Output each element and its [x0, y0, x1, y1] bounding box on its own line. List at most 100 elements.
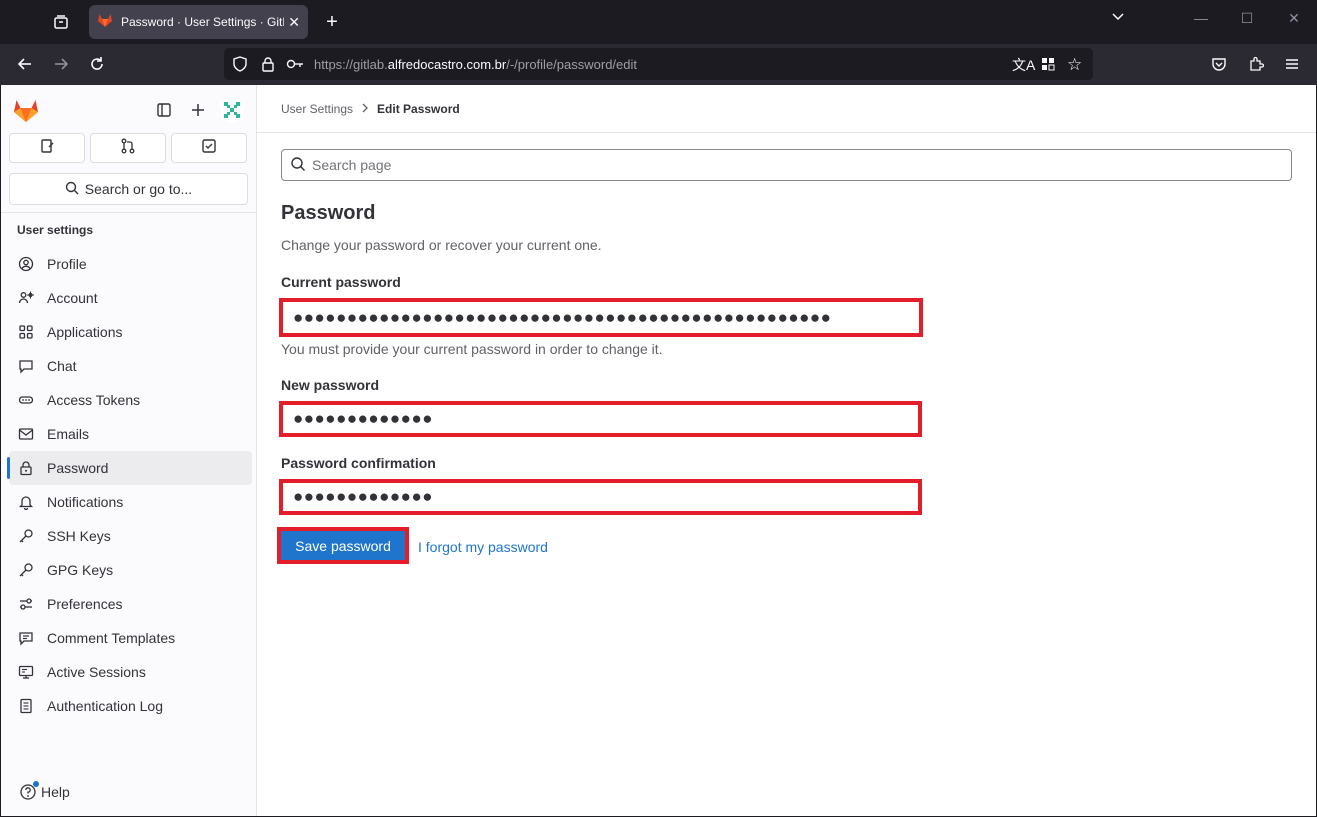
key-icon: [17, 527, 35, 545]
sidebar-item-label: Active Sessions: [47, 664, 146, 680]
search-or-go-to-label: Search or go to...: [84, 181, 193, 197]
sidebar-item-profile[interactable]: Profile: [9, 247, 252, 281]
search-icon: [290, 156, 306, 175]
maximize-icon[interactable]: ☐: [1235, 10, 1259, 27]
close-tab-icon[interactable]: ✕: [288, 14, 300, 31]
main-content: User Settings Edit Password Search page …: [257, 85, 1316, 816]
gitlab-logo-icon[interactable]: [12, 96, 40, 124]
reload-icon[interactable]: [83, 50, 111, 78]
browser-nav-bar: https://gitlab.alfredocastro.com.br/-/pr…: [0, 44, 1317, 85]
list-all-tabs-icon[interactable]: [1106, 10, 1130, 27]
help-icon: [19, 781, 39, 801]
sidebar-item-label: Preferences: [47, 596, 123, 612]
sidebar-item-applications[interactable]: Applications: [9, 315, 252, 349]
password-confirmation-value: ●●●●●●●●●●●●●: [293, 487, 433, 506]
sidebar-item-active-sessions[interactable]: Active Sessions: [9, 655, 252, 689]
sidebar-item-label: Password: [47, 460, 109, 476]
pocket-icon[interactable]: [1205, 50, 1233, 78]
url-bar[interactable]: https://gitlab.alfredocastro.com.br/-/pr…: [224, 48, 1093, 80]
sidebar-item-preferences[interactable]: Preferences: [9, 587, 252, 621]
minimize-icon[interactable]: —: [1189, 10, 1213, 26]
sidebar-item-ssh-keys[interactable]: SSH Keys: [9, 519, 252, 553]
new-password-field[interactable]: ●●●●●●●●●●●●●: [279, 401, 922, 437]
todos-button[interactable]: [171, 133, 247, 163]
sidebar-item-access-tokens[interactable]: Access Tokens: [9, 383, 252, 417]
breadcrumb-current[interactable]: Edit Password: [377, 102, 460, 116]
sidebar-item-account[interactable]: Account: [9, 281, 252, 315]
sidebar-toggle-icon[interactable]: [151, 97, 177, 123]
current-password-label: Current password: [281, 274, 401, 290]
key-permission-icon[interactable]: [286, 56, 304, 77]
todo-check-icon: [201, 138, 217, 159]
search-or-go-to-button[interactable]: Search or go to...: [9, 173, 248, 205]
breadcrumb-parent-link[interactable]: User Settings: [281, 102, 353, 116]
sidebar-divider: [1, 212, 257, 213]
new-password-value: ●●●●●●●●●●●●●: [293, 409, 433, 428]
issues-button[interactable]: [9, 133, 85, 163]
sidebar-item-notifications[interactable]: Notifications: [9, 485, 252, 519]
sidebar-item-comment-templates[interactable]: Comment Templates: [9, 621, 252, 655]
comment-icon: [17, 629, 35, 647]
back-icon[interactable]: [11, 50, 39, 78]
token-icon: [17, 391, 35, 409]
current-password-value: ●●●●●●●●●●●●●●●●●●●●●●●●●●●●●●●●●●●●●●●●…: [293, 307, 832, 327]
create-new-icon[interactable]: [185, 97, 211, 123]
chat-icon: [17, 357, 35, 375]
sidebar-item-chat[interactable]: Chat: [9, 349, 252, 383]
page-subtitle: Change your password or recover your cur…: [281, 237, 602, 253]
close-window-icon[interactable]: ✕: [1282, 10, 1306, 27]
tab-list-icon[interactable]: [46, 8, 76, 36]
save-password-highlight: Save password: [277, 527, 409, 564]
extensions-icon[interactable]: [1242, 50, 1270, 78]
merge-requests-button[interactable]: [90, 133, 166, 163]
forgot-password-link[interactable]: I forgot my password: [418, 539, 548, 555]
help-notification-dot: [33, 781, 39, 787]
sidebar-item-label: Emails: [47, 426, 90, 442]
search-page-input[interactable]: Search page: [281, 149, 1292, 181]
sidebar-item-label: Access Tokens: [47, 392, 141, 408]
sidebar-item-label: SSH Keys: [47, 528, 111, 544]
account-icon: [17, 289, 35, 307]
user-avatar-icon[interactable]: [219, 97, 245, 123]
sidebar-item-authentication-log[interactable]: Authentication Log: [9, 689, 252, 723]
password-confirmation-field[interactable]: ●●●●●●●●●●●●●: [279, 479, 922, 515]
sidebar-item-label: Account: [47, 290, 98, 306]
new-tab-button[interactable]: +: [318, 8, 346, 36]
menu-icon[interactable]: [1278, 50, 1306, 78]
bookmark-star-icon[interactable]: ☆: [1067, 55, 1082, 75]
new-password-label: New password: [281, 377, 380, 393]
sidebar-item-label: Comment Templates: [47, 630, 176, 646]
search-icon: [65, 181, 79, 198]
help-label: Help: [41, 784, 70, 800]
save-password-button[interactable]: Save password: [281, 531, 405, 560]
apps-grid-icon[interactable]: [1040, 56, 1056, 77]
sidebar-item-password[interactable]: Password: [7, 451, 252, 485]
lock-icon: [17, 459, 35, 477]
key-icon: [17, 561, 35, 579]
gitlab-favicon-icon: [97, 12, 113, 33]
sidebar-item-label: GPG Keys: [47, 562, 114, 578]
sidebar-item-label: Authentication Log: [47, 698, 163, 714]
lock-icon[interactable]: [260, 56, 276, 77]
current-password-help: You must provide your current password i…: [281, 341, 663, 357]
help-button[interactable]: Help: [19, 781, 70, 801]
sidebar-section-title: User settings: [17, 223, 94, 237]
bell-icon: [17, 493, 35, 511]
password-confirmation-label: Password confirmation: [281, 455, 436, 471]
search-page-placeholder: Search page: [312, 157, 392, 173]
sidebar-item-label: Profile: [47, 256, 87, 272]
tab-title: Password · User Settings · GitLab: [121, 15, 285, 29]
shield-icon[interactable]: [232, 56, 248, 77]
sidebar-item-gpg-keys[interactable]: GPG Keys: [9, 553, 252, 587]
sidebar-item-emails[interactable]: Emails: [9, 417, 252, 451]
translate-icon[interactable]: 文A: [1012, 55, 1035, 75]
log-icon: [17, 697, 35, 715]
url-text[interactable]: https://gitlab.alfredocastro.com.br/-/pr…: [314, 57, 637, 72]
sidebar-item-label: Applications: [47, 324, 123, 340]
issues-icon: [39, 138, 55, 159]
browser-tab[interactable]: Password · User Settings · GitLab ✕: [89, 5, 308, 39]
forward-icon[interactable]: [47, 50, 75, 78]
browser-tab-bar: Password · User Settings · GitLab ✕ + — …: [0, 0, 1317, 44]
chevron-right-icon: [361, 102, 369, 116]
current-password-field[interactable]: ●●●●●●●●●●●●●●●●●●●●●●●●●●●●●●●●●●●●●●●●…: [279, 298, 923, 337]
